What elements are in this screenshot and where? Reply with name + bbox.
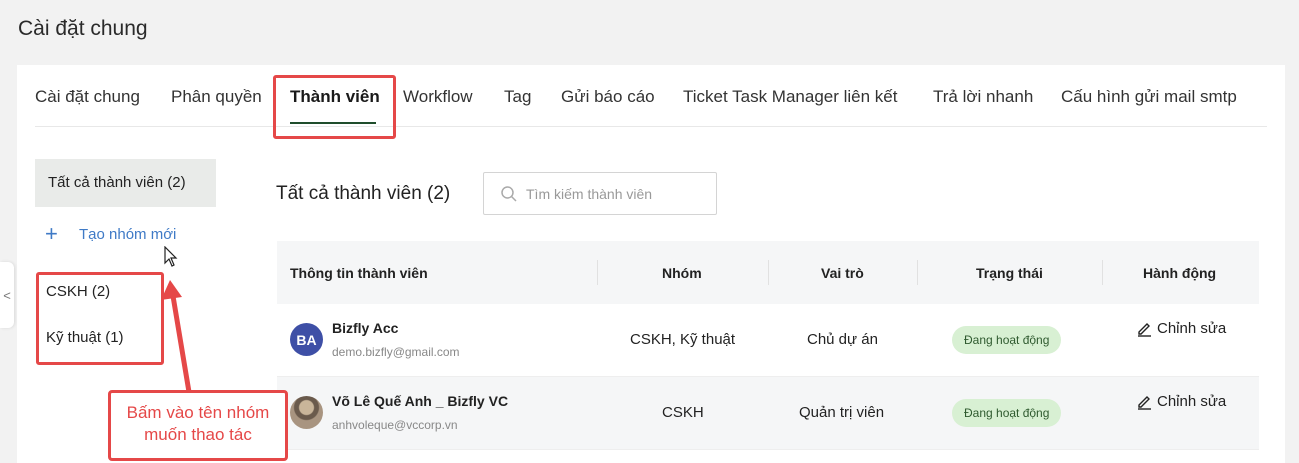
tab-tag[interactable]: Tag	[504, 87, 531, 107]
avatar	[290, 396, 323, 429]
pencil-icon	[1138, 396, 1151, 410]
table-row: BA Bizfly Acc demo.bizfly@gmail.com CSKH…	[277, 304, 1259, 377]
table-row: Võ Lê Quế Anh _ Bizfly VC anhvoleque@vcc…	[277, 377, 1259, 450]
header-actions: Hành động	[1143, 265, 1217, 281]
member-role: Chủ dự án	[807, 331, 878, 348]
tab-bar: Cài đặt chung Phân quyền Thành viên Work…	[35, 65, 1267, 127]
create-group-button[interactable]: + Tạo nhóm mới	[45, 221, 177, 246]
member-group: CSKH, Kỹ thuật	[630, 331, 736, 348]
members-heading: Tất cả thành viên (2)	[276, 183, 451, 204]
plus-icon: +	[45, 221, 58, 246]
header-divider	[768, 260, 769, 285]
edit-label: Chỉnh sửa	[1157, 393, 1227, 410]
members-table: Thông tin thành viên Nhóm Vai trò Trạng …	[277, 241, 1259, 450]
tab-permissions[interactable]: Phân quyền	[171, 87, 262, 107]
tab-smtp-mail-config[interactable]: Cấu hình gửi mail smtp	[1061, 87, 1237, 107]
edit-member-button[interactable]: Chỉnh sửa	[1136, 393, 1226, 410]
annotation-callout: Bấm vào tên nhóm muốn thao tác	[108, 390, 288, 461]
header-group: Nhóm	[662, 265, 702, 281]
status-badge: Đang hoạt động	[952, 326, 1062, 354]
tab-send-report[interactable]: Gửi báo cáo	[561, 87, 655, 107]
member-name: Bizfly Acc	[332, 320, 399, 336]
status-badge: Đang hoạt động	[952, 399, 1062, 427]
tab-ticket-task-manager[interactable]: Ticket Task Manager liên kết	[683, 87, 897, 107]
avatar: BA	[290, 323, 323, 356]
page-title: Cài đặt chung	[18, 17, 148, 40]
header-member-info: Thông tin thành viên	[290, 265, 428, 281]
sidebar-all-members[interactable]: Tất cả thành viên (2)	[35, 159, 216, 207]
callout-line: muốn thao tác	[144, 425, 252, 444]
member-email: anhvoleque@vccorp.vn	[332, 418, 458, 432]
annotation-arrow	[161, 280, 192, 395]
header-divider	[1102, 260, 1103, 285]
tab-workflow[interactable]: Workflow	[403, 87, 473, 107]
header-divider	[917, 260, 918, 285]
pencil-icon	[1138, 323, 1151, 337]
tab-quick-reply[interactable]: Trả lời nhanh	[933, 87, 1033, 107]
member-name: Võ Lê Quế Anh _ Bizfly VC	[332, 393, 509, 409]
callout-line: Bấm vào tên nhóm	[126, 403, 270, 422]
highlight-members-tab	[273, 75, 396, 139]
edit-member-button[interactable]: Chỉnh sửa	[1136, 320, 1226, 337]
member-search-box[interactable]	[483, 172, 717, 215]
header-status: Trạng thái	[976, 265, 1043, 281]
table-header: Thông tin thành viên Nhóm Vai trò Trạng …	[277, 241, 1259, 304]
member-email: demo.bizfly@gmail.com	[332, 345, 460, 359]
tab-general-settings[interactable]: Cài đặt chung	[35, 87, 140, 107]
search-icon	[501, 185, 517, 202]
highlight-group-list	[36, 272, 164, 365]
header-role: Vai trò	[821, 265, 864, 281]
mouse-cursor-icon	[164, 246, 178, 267]
header-divider	[597, 260, 598, 285]
member-group: CSKH	[662, 404, 704, 421]
member-role: Quản trị viên	[799, 404, 885, 421]
create-group-label: Tạo nhóm mới	[79, 225, 177, 243]
edit-label: Chỉnh sửa	[1157, 320, 1227, 337]
search-input[interactable]	[526, 185, 706, 202]
sidebar-collapse-handle[interactable]: <	[0, 262, 14, 328]
